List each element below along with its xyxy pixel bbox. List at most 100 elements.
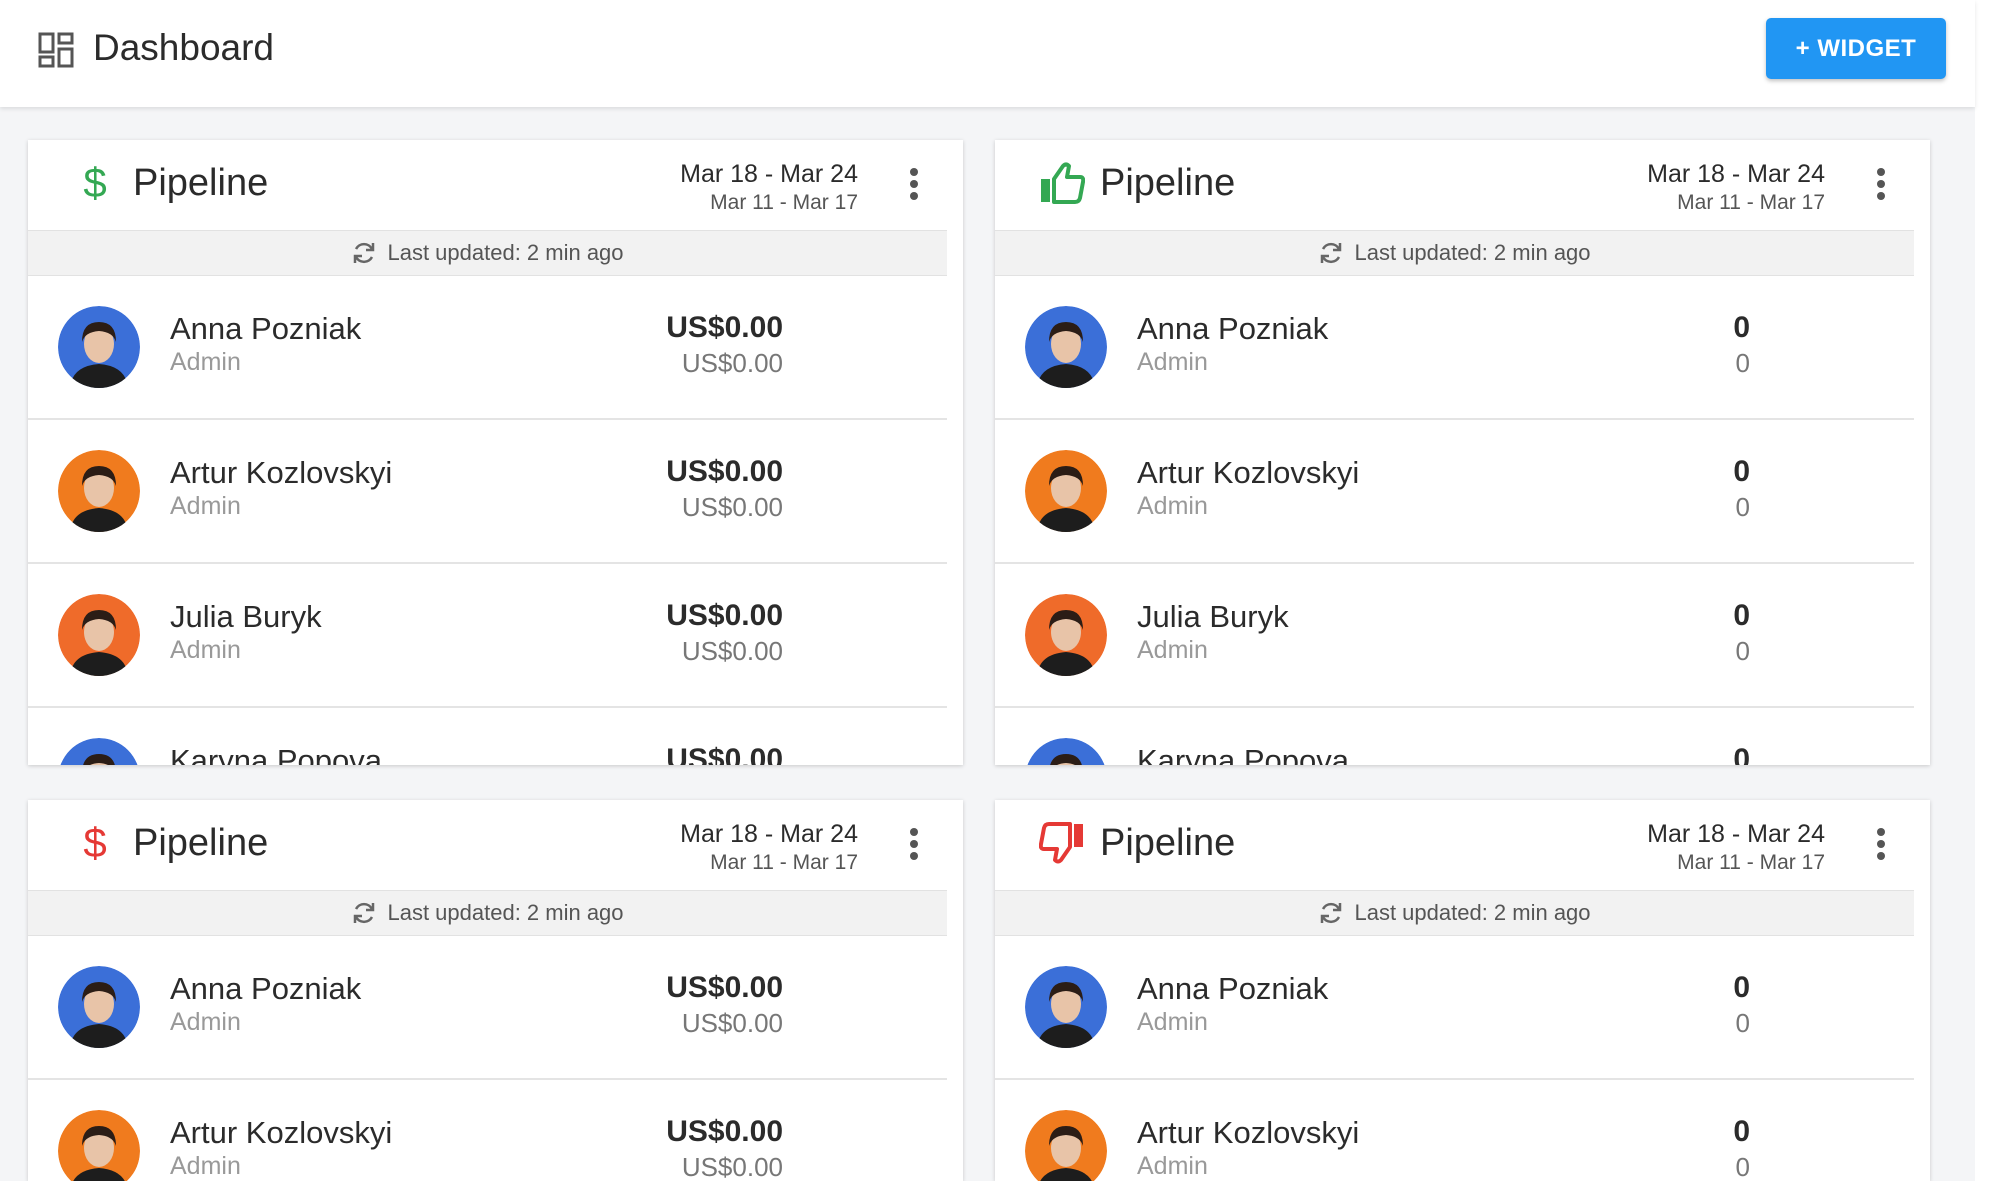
user-role: Admin xyxy=(1137,492,1208,520)
more-options-icon[interactable] xyxy=(907,828,921,862)
card-header: $ Pipeline Mar 18 - Mar 24 Mar 11 - Mar … xyxy=(28,800,963,890)
user-role: Admin xyxy=(170,348,241,376)
list-item[interactable]: Artur Kozlovskyi Admin 0 0 xyxy=(995,420,1914,564)
user-name: Julia Buryk xyxy=(1137,599,1289,634)
list-item[interactable]: Artur Kozlovskyi Admin US$0.00 US$0.00 xyxy=(28,1080,947,1181)
value-previous: 0 xyxy=(1735,348,1750,378)
card-header: $ Pipeline Mar 18 - Mar 24 Mar 11 - Mar … xyxy=(28,140,963,230)
value-previous: US$0.00 xyxy=(681,1008,783,1038)
value-current: US$0.00 xyxy=(666,743,783,765)
value-previous: 0 xyxy=(1735,492,1750,522)
refresh-icon[interactable] xyxy=(1318,900,1344,926)
date-range-current: Mar 18 - Mar 24 xyxy=(1647,820,1825,848)
avatar xyxy=(58,306,140,388)
more-options-icon[interactable] xyxy=(1874,168,1888,202)
list-item[interactable]: Anna Pozniak Admin US$0.00 US$0.00 xyxy=(28,276,947,420)
value-current: 0 xyxy=(1733,743,1750,765)
value-current: 0 xyxy=(1733,311,1750,344)
last-updated-text: Last updated: 2 min ago xyxy=(1354,900,1591,925)
avatar xyxy=(1025,1110,1107,1181)
avatar xyxy=(58,738,140,765)
date-range-previous: Mar 11 - Mar 17 xyxy=(1677,191,1825,214)
add-widget-button[interactable]: + WIDGET xyxy=(1766,18,1946,79)
avatar xyxy=(1025,966,1107,1048)
list-item[interactable]: Julia Buryk Admin 0 0 xyxy=(995,564,1914,708)
page-title: Dashboard xyxy=(93,27,275,68)
card-title: Pipeline xyxy=(1100,162,1236,204)
date-range-current: Mar 18 - Mar 24 xyxy=(1647,160,1825,188)
more-options-icon[interactable] xyxy=(1874,828,1888,862)
date-range-previous: Mar 11 - Mar 17 xyxy=(710,851,858,874)
value-current: US$0.00 xyxy=(666,971,783,1004)
value-current: US$0.00 xyxy=(666,599,783,632)
user-role: Admin xyxy=(1137,1008,1208,1036)
right-gutter xyxy=(1975,0,2000,1181)
last-updated-bar: Last updated: 2 min ago xyxy=(995,230,1914,276)
refresh-icon[interactable] xyxy=(351,240,377,266)
list-item[interactable]: Anna Pozniak Admin 0 0 xyxy=(995,936,1914,1080)
more-options-icon[interactable] xyxy=(907,168,921,202)
last-updated-bar: Last updated: 2 min ago xyxy=(28,890,947,936)
avatar xyxy=(1025,450,1107,532)
avatar xyxy=(58,594,140,676)
dollar-icon: $ xyxy=(83,159,107,206)
user-name: Artur Kozlovskyi xyxy=(170,455,393,490)
widget-card: $ Pipeline Mar 18 - Mar 24 Mar 11 - Mar … xyxy=(28,800,963,1181)
user-role: Admin xyxy=(170,1152,241,1180)
user-name: Artur Kozlovskyi xyxy=(1137,1115,1360,1150)
widget-card: Pipeline Mar 18 - Mar 24 Mar 11 - Mar 17… xyxy=(995,800,1930,1181)
date-range-previous: Mar 11 - Mar 17 xyxy=(710,191,858,214)
value-previous: US$0.00 xyxy=(681,492,783,522)
user-role: Admin xyxy=(1137,1152,1208,1180)
date-range-current: Mar 18 - Mar 24 xyxy=(680,160,858,188)
last-updated-bar: Last updated: 2 min ago xyxy=(28,230,947,276)
user-name: Karyna Popova xyxy=(170,743,382,765)
refresh-icon[interactable] xyxy=(1318,240,1344,266)
card-title: Pipeline xyxy=(1100,822,1236,864)
user-name: Karyna Popova xyxy=(1137,743,1349,765)
dashboard-icon xyxy=(38,32,74,68)
value-current: 0 xyxy=(1733,1115,1750,1148)
dollar-icon: $ xyxy=(83,819,107,866)
last-updated-bar: Last updated: 2 min ago xyxy=(995,890,1914,936)
value-current: US$0.00 xyxy=(666,1115,783,1148)
list-item[interactable]: Artur Kozlovskyi Admin 0 0 xyxy=(995,1080,1914,1181)
date-range-current: Mar 18 - Mar 24 xyxy=(680,820,858,848)
list-item[interactable]: Julia Buryk Admin US$0.00 US$0.00 xyxy=(28,564,947,708)
card-title: Pipeline xyxy=(133,822,269,864)
value-previous: 0 xyxy=(1735,1008,1750,1038)
value-current: US$0.00 xyxy=(666,455,783,488)
avatar xyxy=(58,1110,140,1181)
card-header: Pipeline Mar 18 - Mar 24 Mar 11 - Mar 17 xyxy=(995,140,1930,230)
list-item[interactable]: Karyna Popova Admin 0 0 xyxy=(995,708,1914,765)
widget-card: $ Pipeline Mar 18 - Mar 24 Mar 11 - Mar … xyxy=(28,140,963,765)
user-name: Anna Pozniak xyxy=(1137,311,1329,346)
value-current: US$0.00 xyxy=(666,311,783,344)
avatar xyxy=(58,966,140,1048)
avatar xyxy=(1025,306,1107,388)
list-item[interactable]: Karyna Popova Admin US$0.00 US$0.00 xyxy=(28,708,947,765)
user-name: Artur Kozlovskyi xyxy=(1137,455,1360,490)
user-name: Anna Pozniak xyxy=(1137,971,1329,1006)
thumbs-down-icon xyxy=(1037,818,1087,868)
value-current: 0 xyxy=(1733,971,1750,1004)
value-previous: 0 xyxy=(1735,636,1750,666)
value-previous: US$0.00 xyxy=(681,1152,783,1181)
avatar xyxy=(1025,738,1107,765)
value-current: 0 xyxy=(1733,455,1750,488)
user-role: Admin xyxy=(170,1008,241,1036)
user-role: Admin xyxy=(1137,636,1208,664)
list-item[interactable]: Artur Kozlovskyi Admin US$0.00 US$0.00 xyxy=(28,420,947,564)
user-role: Admin xyxy=(1137,348,1208,376)
widget-card: Pipeline Mar 18 - Mar 24 Mar 11 - Mar 17… xyxy=(995,140,1930,765)
avatar xyxy=(1025,594,1107,676)
user-role: Admin xyxy=(170,636,241,664)
refresh-icon[interactable] xyxy=(351,900,377,926)
user-role: Admin xyxy=(170,492,241,520)
last-updated-text: Last updated: 2 min ago xyxy=(387,240,624,265)
user-name: Anna Pozniak xyxy=(170,311,362,346)
list-item[interactable]: Anna Pozniak Admin US$0.00 US$0.00 xyxy=(28,936,947,1080)
list-item[interactable]: Anna Pozniak Admin 0 0 xyxy=(995,276,1914,420)
user-name: Anna Pozniak xyxy=(170,971,362,1006)
thumbs-up-icon xyxy=(1037,158,1087,208)
